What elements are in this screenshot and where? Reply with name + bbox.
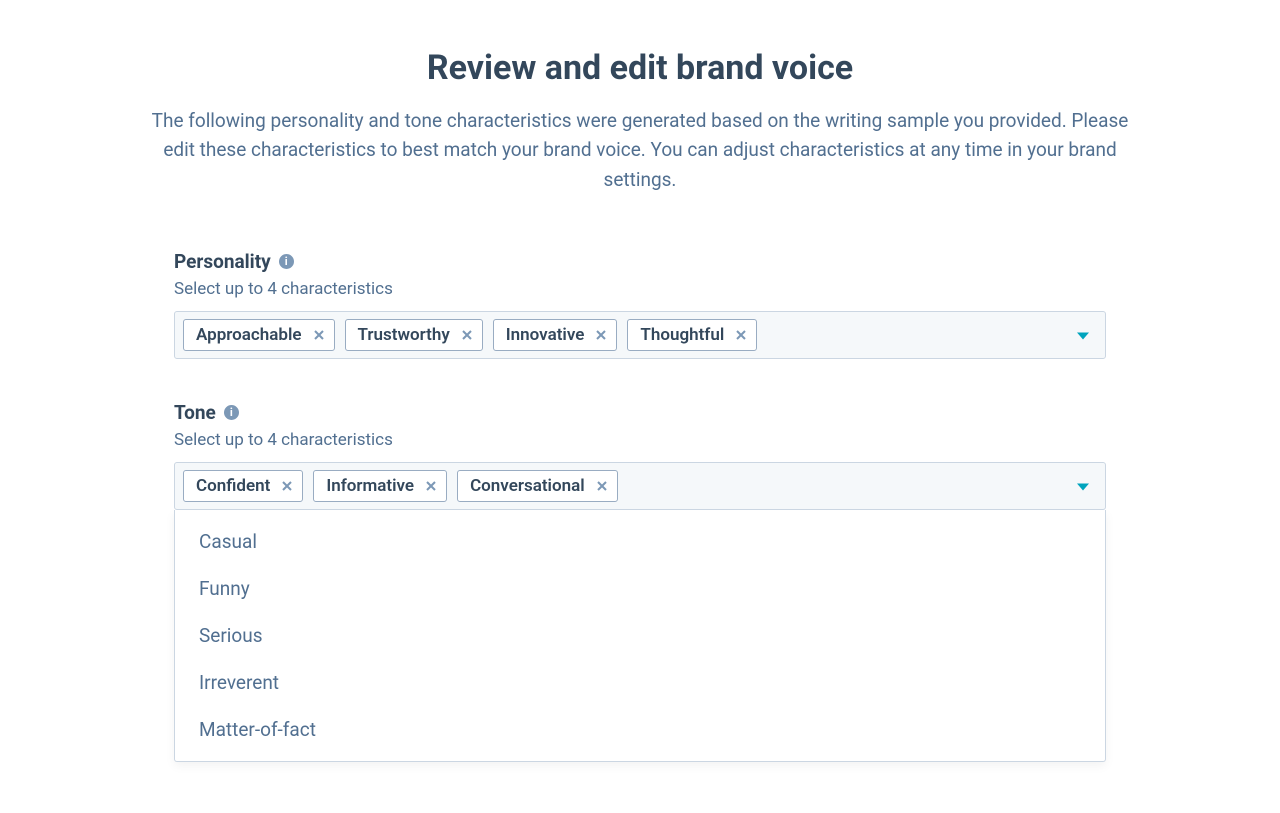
- chip-label: Approachable: [196, 325, 302, 345]
- close-icon[interactable]: [460, 328, 474, 342]
- chip-label: Confident: [196, 476, 270, 496]
- personality-chip: Approachable: [183, 319, 335, 351]
- close-icon[interactable]: [594, 328, 608, 342]
- info-icon[interactable]: i: [279, 254, 294, 269]
- tone-multiselect[interactable]: Confident Informative Conversational: [174, 462, 1106, 510]
- chevron-down-icon[interactable]: [1077, 326, 1089, 345]
- page-title: Review and edit brand voice: [120, 48, 1160, 88]
- personality-chip: Innovative: [493, 319, 618, 351]
- personality-chip: Thoughtful: [627, 319, 757, 351]
- chip-label: Innovative: [506, 325, 585, 345]
- personality-label: Personality: [174, 250, 271, 273]
- close-icon[interactable]: [312, 328, 326, 342]
- chevron-down-icon[interactable]: [1077, 477, 1089, 496]
- tone-option[interactable]: Serious: [175, 612, 1105, 659]
- chip-label: Informative: [326, 476, 414, 496]
- tone-label: Tone: [174, 401, 216, 424]
- close-icon[interactable]: [734, 328, 748, 342]
- tone-option[interactable]: Casual: [175, 518, 1105, 565]
- chip-label: Thoughtful: [640, 325, 724, 345]
- tone-option[interactable]: Funny: [175, 565, 1105, 612]
- page-subtitle: The following personality and tone chara…: [140, 106, 1140, 194]
- tone-section: Tone i Select up to 4 characteristics Co…: [174, 401, 1106, 762]
- tone-dropdown: Casual Funny Serious Irreverent Matter-o…: [174, 510, 1106, 762]
- tone-helper: Select up to 4 characteristics: [174, 430, 1106, 450]
- info-icon[interactable]: i: [224, 405, 239, 420]
- tone-chip: Confident: [183, 470, 303, 502]
- close-icon[interactable]: [280, 479, 294, 493]
- tone-option[interactable]: Irreverent: [175, 659, 1105, 706]
- personality-section: Personality i Select up to 4 characteris…: [174, 250, 1106, 359]
- personality-multiselect[interactable]: Approachable Trustworthy Innovative Thou…: [174, 311, 1106, 359]
- personality-chip: Trustworthy: [345, 319, 483, 351]
- close-icon[interactable]: [595, 479, 609, 493]
- tone-option[interactable]: Matter-of-fact: [175, 706, 1105, 753]
- chip-label: Trustworthy: [358, 325, 450, 345]
- tone-chip: Conversational: [457, 470, 618, 502]
- tone-chip: Informative: [313, 470, 447, 502]
- personality-helper: Select up to 4 characteristics: [174, 279, 1106, 299]
- close-icon[interactable]: [424, 479, 438, 493]
- chip-label: Conversational: [470, 476, 585, 496]
